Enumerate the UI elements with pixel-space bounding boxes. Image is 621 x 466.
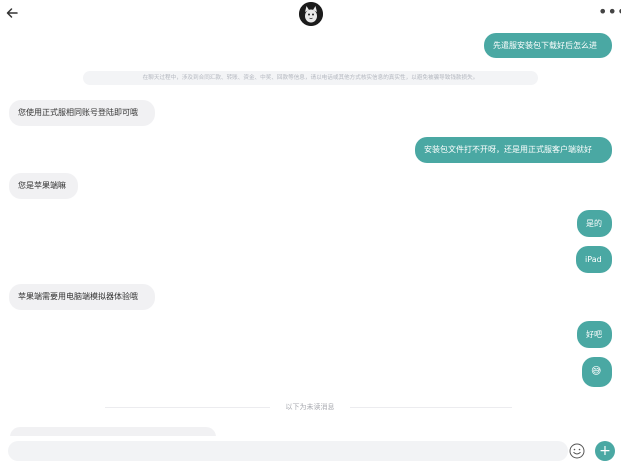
- message-bubble-incoming: 您是苹果端嘛: [9, 173, 78, 199]
- message-bubble-outgoing: 安装包文件打不开呀，还是用正式服客户端就好: [415, 137, 612, 163]
- safety-notice: 在聊天过程中，涉及到合同汇款、转账、资金、中奖、回款等信息，请以电话或其他方式核…: [83, 71, 538, 85]
- message-text: 先遣服安装包下载好后怎么进: [493, 40, 597, 50]
- message-text: 好吧: [586, 329, 602, 339]
- emoji-message: 😅: [591, 366, 602, 377]
- message-bubble-incoming: 苹果端需要用电脑端模拟器体验哦: [9, 284, 155, 310]
- unread-divider-left: [105, 407, 270, 408]
- message-bubble-incoming: 您使用正式服相同账号登陆即可哦: [9, 100, 155, 126]
- avatar-image: [299, 2, 323, 26]
- message-text: 您使用正式服相同账号登陆即可哦: [18, 108, 138, 117]
- message-bubble-outgoing: 😅: [582, 357, 612, 387]
- avatar[interactable]: [299, 2, 323, 26]
- message-bubble-outgoing: 先遣服安装包下载好后怎么进: [484, 33, 612, 58]
- message-text: 苹果端需要用电脑端模拟器体验哦: [18, 292, 138, 301]
- message-text: 安装包文件打不开呀，还是用正式服客户端就好: [424, 145, 592, 154]
- message-bubble-outgoing: 是的: [577, 210, 612, 237]
- emoji-icon[interactable]: [569, 443, 585, 459]
- top-bar: •••: [0, 0, 621, 28]
- message-bubble-outgoing: 好吧: [577, 321, 612, 348]
- message-input[interactable]: [8, 441, 568, 461]
- unread-divider-label: 以下为未读消息: [285, 403, 335, 411]
- message-text: 是的: [586, 218, 602, 228]
- more-options-icon[interactable]: •••: [598, 4, 621, 20]
- add-attachment-button[interactable]: +: [595, 441, 615, 461]
- message-text: 您是苹果端嘛: [18, 181, 66, 190]
- back-arrow-icon[interactable]: [5, 6, 19, 20]
- message-bubble-outgoing: iPad: [576, 246, 612, 273]
- message-text: iPad: [585, 254, 602, 264]
- unread-divider-right: [350, 407, 512, 408]
